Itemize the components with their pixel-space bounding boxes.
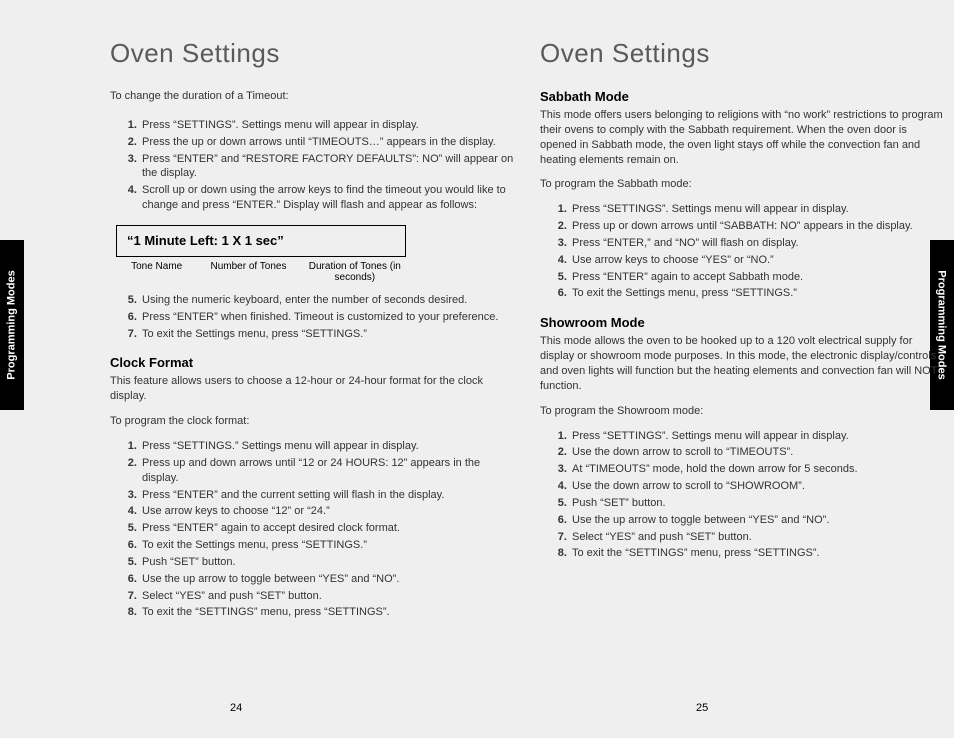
- showroom-steps: Press “SETTINGS”. Settings menu will app…: [560, 429, 945, 562]
- showroom-heading: Showroom Mode: [540, 315, 945, 330]
- list-item: At “TIMEOUTS” mode, hold the down arrow …: [570, 462, 945, 477]
- timeout-labels: Tone Name Number of Tones Duration of To…: [118, 261, 408, 283]
- list-item: Press “ENTER” and “RESTORE FACTORY DEFAU…: [140, 152, 515, 182]
- list-item: To exit the Settings menu, press “SETTIN…: [140, 538, 515, 553]
- list-item: Press “SETTINGS.” Settings menu will app…: [140, 439, 515, 454]
- side-tab-label: Programming Modes: [6, 270, 18, 379]
- list-item: Press “SETTINGS”. Settings menu will app…: [570, 429, 945, 444]
- timeout-intro: To change the duration of a Timeout:: [110, 89, 515, 104]
- list-item: Use the down arrow to scroll to “TIMEOUT…: [570, 445, 945, 460]
- list-item: To exit the “SETTINGS” menu, press “SETT…: [140, 605, 515, 620]
- label-duration: Duration of Tones (in seconds): [302, 261, 408, 283]
- clock-format-lead: To program the clock format:: [110, 414, 515, 429]
- list-item: Press up or down arrows until “SABBATH: …: [570, 219, 945, 234]
- list-item: To exit the “SETTINGS” menu, press “SETT…: [570, 546, 945, 561]
- right-page: Oven Settings Sabbath Mode This mode off…: [540, 38, 945, 573]
- list-item: Select “YES” and push “SET” button.: [570, 530, 945, 545]
- timeout-display-text: “1 Minute Left: 1 X 1 sec”: [127, 233, 284, 248]
- sabbath-steps: Press “SETTINGS”. Settings menu will app…: [560, 202, 945, 301]
- list-item: Press “ENTER” and the current setting wi…: [140, 488, 515, 503]
- list-item: Use the up arrow to toggle between “YES”…: [140, 572, 515, 587]
- list-item: Press “ENTER” when finished. Timeout is …: [140, 310, 515, 325]
- list-item: Press “ENTER” again to accept desired cl…: [140, 521, 515, 536]
- list-item: Push “SET” button.: [140, 555, 515, 570]
- timeout-steps-a: Press “SETTINGS”. Settings menu will app…: [130, 118, 515, 213]
- timeout-display-box: “1 Minute Left: 1 X 1 sec”: [116, 225, 406, 257]
- side-tab-left: Programming Modes: [0, 240, 24, 410]
- clock-format-desc: This feature allows users to choose a 12…: [110, 374, 515, 404]
- page-title: Oven Settings: [540, 38, 945, 69]
- list-item: Use arrow keys to choose “12” or “24.”: [140, 504, 515, 519]
- list-item: Press “SETTINGS”. Settings menu will app…: [570, 202, 945, 217]
- page-number-left: 24: [230, 702, 242, 714]
- list-item: Push “SET” button.: [570, 496, 945, 511]
- clock-format-steps: Press “SETTINGS.” Settings menu will app…: [130, 439, 515, 620]
- showroom-desc: This mode allows the oven to be hooked u…: [540, 334, 945, 393]
- list-item: Press “ENTER,” and “NO” will flash on di…: [570, 236, 945, 251]
- sabbath-desc: This mode offers users belonging to reli…: [540, 108, 945, 167]
- page-title: Oven Settings: [110, 38, 515, 69]
- list-item: Press “ENTER” again to accept Sabbath mo…: [570, 270, 945, 285]
- list-item: Use arrow keys to choose “YES” or “NO.”: [570, 253, 945, 268]
- left-page: Oven Settings To change the duration of …: [110, 38, 515, 632]
- list-item: Using the numeric keyboard, enter the nu…: [140, 293, 515, 308]
- clock-format-heading: Clock Format: [110, 355, 515, 370]
- list-item: To exit the Settings menu, press “SETTIN…: [570, 286, 945, 301]
- list-item: Use the down arrow to scroll to “SHOWROO…: [570, 479, 945, 494]
- list-item: Select “YES” and push “SET” button.: [140, 589, 515, 604]
- showroom-lead: To program the Showroom mode:: [540, 404, 945, 419]
- list-item: Scroll up or down using the arrow keys t…: [140, 183, 515, 213]
- label-num-tones: Number of Tones: [195, 261, 301, 283]
- sabbath-heading: Sabbath Mode: [540, 89, 945, 104]
- list-item: Press up and down arrows until “12 or 24…: [140, 456, 515, 486]
- list-item: Use the up arrow to toggle between “YES”…: [570, 513, 945, 528]
- timeout-steps-b: Using the numeric keyboard, enter the nu…: [130, 293, 515, 342]
- list-item: To exit the Settings menu, press “SETTIN…: [140, 327, 515, 342]
- label-tone-name: Tone Name: [118, 261, 195, 283]
- list-item: Press the up or down arrows until “TIMEO…: [140, 135, 515, 150]
- sabbath-lead: To program the Sabbath mode:: [540, 177, 945, 192]
- page-number-right: 25: [696, 702, 708, 714]
- list-item: Press “SETTINGS”. Settings menu will app…: [140, 118, 515, 133]
